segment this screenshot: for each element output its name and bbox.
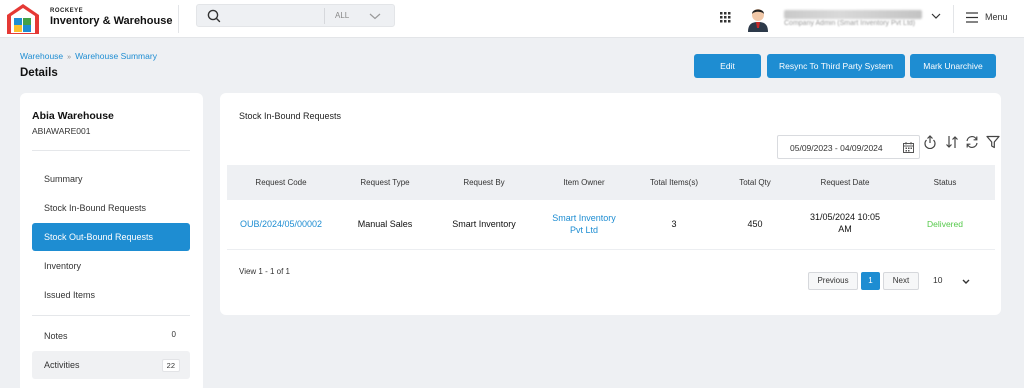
sidebar-item-label: Stock Out-Bound Requests	[44, 232, 154, 242]
breadcrumb-warehouse-summary-link[interactable]: Warehouse Summary	[75, 51, 157, 61]
column-header[interactable]: Request Code	[255, 178, 306, 187]
edit-button[interactable]: Edit	[694, 54, 761, 78]
page-size-select[interactable]: 10	[933, 275, 973, 289]
total-qty-cell: 450	[747, 219, 763, 229]
chevron-down-icon	[369, 13, 381, 20]
chevron-down-icon[interactable]	[930, 10, 942, 22]
request-code-link[interactable]: OUB/2024/05/00002	[240, 218, 322, 230]
sidebar-item-stock-out-bound[interactable]: Stock Out-Bound Requests	[32, 223, 190, 251]
divider	[178, 5, 179, 33]
next-page-button[interactable]: Next	[883, 272, 919, 290]
sidebar-item-summary[interactable]: Summary	[32, 165, 190, 193]
pagination-info: View 1 - 1 of 1	[239, 267, 290, 276]
column-header[interactable]: Item Owner	[563, 178, 604, 187]
request-date-cell: 31/05/2024 10:05 AM	[810, 211, 880, 235]
brand-small-text: ROCKEYE	[50, 8, 84, 14]
column-header[interactable]: Request Type	[360, 178, 409, 187]
page-1-button[interactable]: 1	[861, 272, 880, 290]
column-header[interactable]: Total Qty	[739, 178, 771, 187]
refresh-icon[interactable]	[965, 135, 979, 149]
sidebar-item-label: Activities	[44, 360, 80, 370]
divider	[32, 150, 190, 151]
request-date-line: 31/05/2024 10:05	[809, 212, 881, 222]
search-box: ALL	[196, 4, 395, 27]
status-badge: Delivered	[927, 219, 963, 229]
warehouse-code: ABIAWARE001	[32, 126, 91, 136]
page-size-value: 10	[933, 275, 943, 285]
hamburger-menu-icon[interactable]	[966, 12, 978, 23]
search-scope-label: ALL	[335, 11, 350, 20]
item-owner-line: Pvt Ltd	[569, 225, 598, 235]
calendar-icon	[903, 142, 914, 153]
top-bar: ROCKEYE Inventory & Warehouse ALL Compan…	[0, 0, 1024, 38]
date-range-picker[interactable]: 05/09/2023 - 04/09/2024	[777, 135, 920, 159]
user-role: Company Admin (Smart Inventory Pvt Ltd)	[784, 20, 916, 27]
brand-name: Inventory & Warehouse	[50, 15, 173, 27]
column-header[interactable]: Status	[934, 178, 957, 187]
activities-count-badge: 22	[161, 359, 180, 372]
sidebar-item-label: Stock In-Bound Requests	[44, 203, 147, 213]
panel-title: Stock In-Bound Requests	[239, 111, 342, 121]
apps-grid-icon[interactable]	[720, 12, 731, 23]
sidebar-item-inventory[interactable]: Inventory	[32, 252, 190, 280]
column-header[interactable]: Request By	[463, 178, 504, 187]
breadcrumb: Warehouse » Warehouse Summary	[20, 51, 157, 61]
column-header[interactable]: Request Date	[821, 178, 870, 187]
date-range-value: 05/09/2023 - 04/09/2024	[790, 143, 883, 153]
sidebar-item-notes[interactable]: Notes 0	[32, 322, 190, 350]
upload-icon[interactable]	[923, 135, 937, 149]
item-owner-line: Smart Inventory	[552, 213, 616, 223]
previous-page-button[interactable]: Previous	[808, 272, 858, 290]
divider	[953, 5, 954, 33]
search-scope-select[interactable]: ALL	[325, 5, 395, 27]
mark-unarchive-button[interactable]: Mark Unarchive	[910, 54, 996, 78]
logo-icon[interactable]	[6, 3, 40, 35]
sidebar-item-label: Inventory	[44, 261, 82, 271]
user-name	[784, 10, 922, 19]
table-header: Request Code Request Type Request By Ite…	[227, 165, 995, 200]
warehouse-name: Abia Warehouse	[32, 110, 114, 122]
divider	[227, 249, 995, 250]
sidebar-item-label: Issued Items	[44, 290, 96, 300]
sidebar-item-issued-items[interactable]: Issued Items	[32, 281, 190, 309]
breadcrumb-separator-icon: »	[67, 54, 72, 61]
warehouse-sidebar: Abia Warehouse ABIAWARE001 Summary Stock…	[20, 93, 203, 388]
total-items-cell: 3	[671, 219, 677, 229]
notes-count-badge: 0	[171, 330, 176, 339]
breadcrumb-warehouse-link[interactable]: Warehouse	[20, 51, 63, 61]
divider	[32, 315, 190, 316]
sidebar-item-activities[interactable]: Activities 22	[32, 351, 190, 379]
sidebar-item-label: Summary	[44, 174, 83, 184]
sort-icon[interactable]	[945, 135, 959, 149]
resync-button[interactable]: Resync To Third Party System	[767, 54, 905, 78]
sidebar-item-stock-in-bound[interactable]: Stock In-Bound Requests	[32, 194, 190, 222]
search-icon[interactable]	[206, 8, 222, 24]
requests-panel: Stock In-Bound Requests 05/09/2023 - 04/…	[220, 93, 1001, 315]
filter-icon[interactable]	[986, 135, 1000, 149]
page-title: Details	[20, 67, 58, 79]
request-by-cell: Smart Inventory	[452, 219, 516, 229]
sidebar-item-label: Notes	[44, 331, 68, 341]
chevron-down-icon	[962, 279, 970, 284]
search-input[interactable]	[227, 7, 317, 25]
menu-button[interactable]: Menu	[985, 12, 1008, 22]
column-header[interactable]: Total Items(s)	[650, 178, 698, 187]
avatar[interactable]	[746, 4, 770, 32]
item-owner-link[interactable]: Smart Inventory Pvt Ltd	[552, 212, 616, 236]
request-type-cell: Manual Sales	[357, 219, 413, 229]
request-date-line: AM	[838, 224, 852, 234]
